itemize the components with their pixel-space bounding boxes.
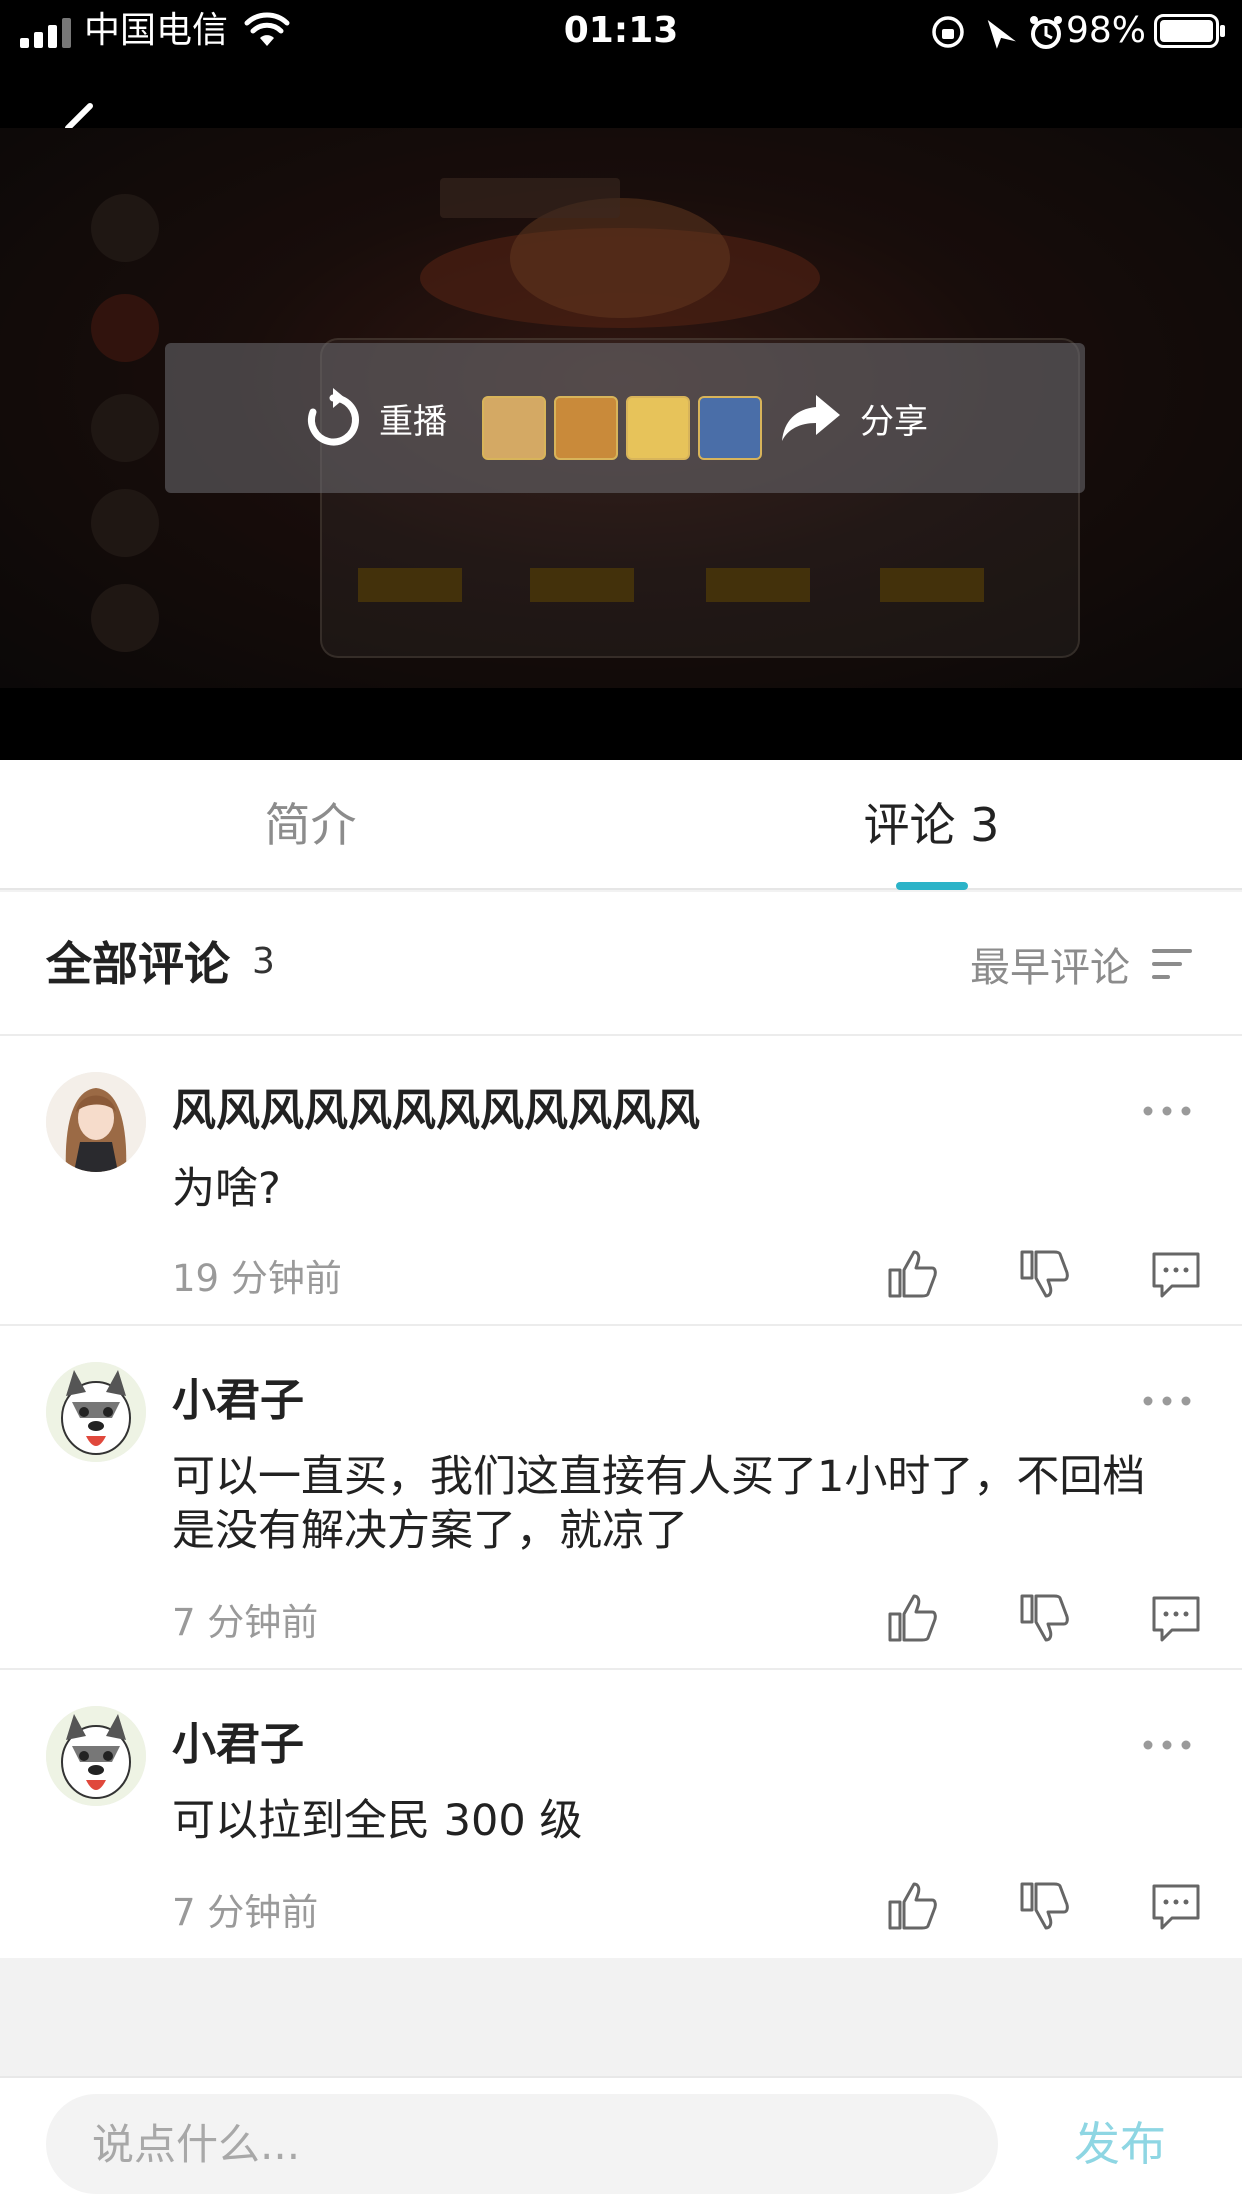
thumbs-up-icon[interactable] (886, 1592, 938, 1644)
comment-item: 风风风风风风风风风风风风 为啥? 19 分钟前 (0, 1036, 1242, 1326)
system-status-icons (932, 16, 1062, 49)
avatar[interactable] (46, 1362, 146, 1462)
comment-author[interactable]: 小君子 (172, 1708, 304, 1772)
comment-author[interactable]: 小君子 (172, 1364, 304, 1428)
reward-item (626, 396, 690, 460)
sort-icon (1152, 949, 1192, 979)
publish-button[interactable]: 发布 (1040, 2094, 1200, 2194)
comment-time: 7 分钟前 (172, 1601, 319, 1644)
comment-item: 小君子 可以拉到全民 300 级 7 分钟前 (0, 1670, 1242, 1958)
tab-intro[interactable]: 简介 (0, 760, 621, 890)
comments-header: 全部评论 3 最早评论 (0, 892, 1242, 1036)
sort-button[interactable]: 最早评论 (970, 892, 1192, 1036)
replay-button[interactable]: 重播 (305, 373, 447, 463)
replay-label: 重播 (379, 401, 447, 442)
status-bar: 中国电信 01:13 98% (0, 0, 1242, 64)
comment-input-bar: 发布 (0, 2076, 1242, 2208)
more-options-icon[interactable] (1140, 1096, 1194, 1126)
video-frame[interactable]: 重播 分享 (0, 128, 1242, 688)
more-options-icon[interactable] (1140, 1730, 1194, 1760)
comments-title: 全部评论 (46, 937, 230, 991)
sort-label: 最早评论 (970, 945, 1130, 991)
reply-comment-icon[interactable] (1150, 1592, 1202, 1644)
share-label: 分享 (860, 401, 928, 442)
comments-count: 3 (252, 941, 275, 982)
thumbs-down-icon[interactable] (1018, 1592, 1070, 1644)
anime-girl-avatar-icon (46, 1072, 146, 1172)
battery-icon (1154, 14, 1225, 48)
share-button[interactable]: 分享 (780, 373, 928, 463)
comment-author[interactable]: 风风风风风风风风风风风风 (172, 1074, 700, 1138)
battery-percent: 98% (1066, 10, 1147, 51)
reward-item (554, 396, 618, 460)
comment-time: 19 分钟前 (172, 1257, 342, 1300)
comment-time: 7 分钟前 (172, 1891, 319, 1934)
reward-item (482, 396, 546, 460)
avatar[interactable] (46, 1072, 146, 1172)
comment-input[interactable] (46, 2094, 998, 2194)
share-arrow-icon (782, 395, 840, 441)
comment-text: 可以一直买，我们这直接有人买了1小时了，不回档是没有解决方案了，就凉了 (172, 1452, 1146, 1556)
reward-items (482, 396, 762, 460)
thumbs-down-icon[interactable] (1018, 1248, 1070, 1300)
comment-item: 小君子 可以一直买，我们这直接有人买了1小时了，不回档是没有解决方案了，就凉了 … (0, 1326, 1242, 1670)
more-options-icon[interactable] (1140, 1386, 1194, 1416)
husky-avatar-icon (46, 1706, 146, 1806)
comment-text: 为啥? (172, 1164, 281, 1214)
thumbs-up-icon[interactable] (886, 1880, 938, 1932)
reply-comment-icon[interactable] (1150, 1248, 1202, 1300)
reply-comment-icon[interactable] (1150, 1880, 1202, 1932)
husky-avatar-icon (46, 1362, 146, 1462)
thumbs-down-icon[interactable] (1018, 1880, 1070, 1932)
comment-text: 可以拉到全民 300 级 (172, 1796, 583, 1846)
tab-bar: 简介 评论 3 (0, 760, 1242, 890)
empty-area (0, 1958, 1242, 2076)
reward-item (698, 396, 762, 460)
thumbs-up-icon[interactable] (886, 1248, 938, 1300)
tab-comments[interactable]: 评论 3 (621, 760, 1242, 890)
active-tab-indicator (896, 882, 968, 890)
avatar[interactable] (46, 1706, 146, 1806)
replay-icon (308, 388, 359, 446)
